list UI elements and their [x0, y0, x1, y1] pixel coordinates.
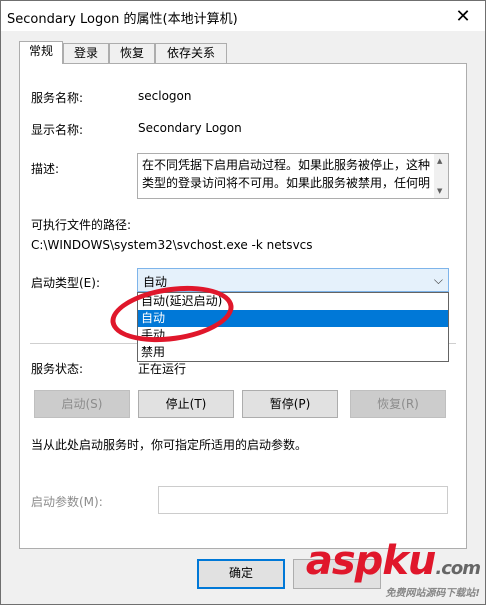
- start-params-label: 启动参数(M):: [31, 495, 103, 509]
- close-button[interactable]: ✕: [441, 1, 485, 31]
- chevron-down-icon: ⌵: [433, 273, 443, 287]
- stop-button[interactable]: 停止(T): [138, 390, 234, 418]
- service-name-value: seclogon: [138, 89, 192, 103]
- service-status-value: 正在运行: [138, 362, 187, 376]
- watermark-tagline: 免费网站源码下载站!: [385, 588, 480, 599]
- watermark-tld: .com: [435, 558, 481, 579]
- start-params-hint: 当从此处启动服务时，你可指定所适用的启动参数。: [31, 438, 308, 452]
- title-bar: Secondary Logon 的属性(本地计算机) ✕: [1, 1, 485, 31]
- watermark-brand: aspku: [305, 538, 437, 584]
- service-properties-dialog: Secondary Logon 的属性(本地计算机) ✕ 常规 登录 恢复 依存…: [0, 0, 486, 605]
- start-button[interactable]: 启动(S): [34, 390, 130, 418]
- service-status-label: 服务状态:: [31, 362, 84, 376]
- description-text: 在不同凭据下启用启动过程。如果此服务被停止，这种类型的登录访问将不可用。如果此服…: [142, 158, 431, 190]
- display-name-value: Secondary Logon: [138, 121, 242, 135]
- resume-button[interactable]: 恢复(R): [350, 390, 446, 418]
- executable-path-value: C:\WINDOWS\system32\svchost.exe -k netsv…: [31, 238, 313, 252]
- display-name-label: 显示名称:: [31, 123, 84, 137]
- close-icon: ✕: [455, 5, 471, 27]
- service-name-label: 服务名称:: [31, 91, 84, 105]
- scroll-up-icon[interactable]: ▲: [437, 157, 442, 165]
- ok-button[interactable]: 确定: [197, 559, 285, 589]
- pause-button[interactable]: 暂停(P): [242, 390, 338, 418]
- tab-general[interactable]: 常规: [19, 41, 63, 64]
- tab-recovery[interactable]: 恢复: [109, 43, 155, 63]
- scroll-down-icon[interactable]: ▼: [437, 187, 442, 195]
- startup-type-label: 启动类型(E):: [31, 276, 100, 290]
- window-title: Secondary Logon 的属性(本地计算机): [7, 12, 238, 27]
- description-label: 描述:: [31, 162, 60, 176]
- general-tab-panel: 服务名称: seclogon 显示名称: Secondary Logon 描述:…: [19, 63, 467, 549]
- watermark: aspku.com 免费网站源码下载站!: [305, 538, 481, 599]
- description-scrollbar[interactable]: ▲ ▼: [434, 154, 448, 198]
- option-disabled[interactable]: 禁用: [138, 344, 448, 361]
- description-box[interactable]: 在不同凭据下启用启动过程。如果此服务被停止，这种类型的登录访问将不可用。如果此服…: [137, 153, 449, 199]
- tab-dependencies[interactable]: 依存关系: [155, 43, 227, 63]
- tab-logon[interactable]: 登录: [63, 43, 109, 63]
- executable-path-label: 可执行文件的路径:: [31, 218, 132, 232]
- start-params-input[interactable]: [158, 486, 448, 514]
